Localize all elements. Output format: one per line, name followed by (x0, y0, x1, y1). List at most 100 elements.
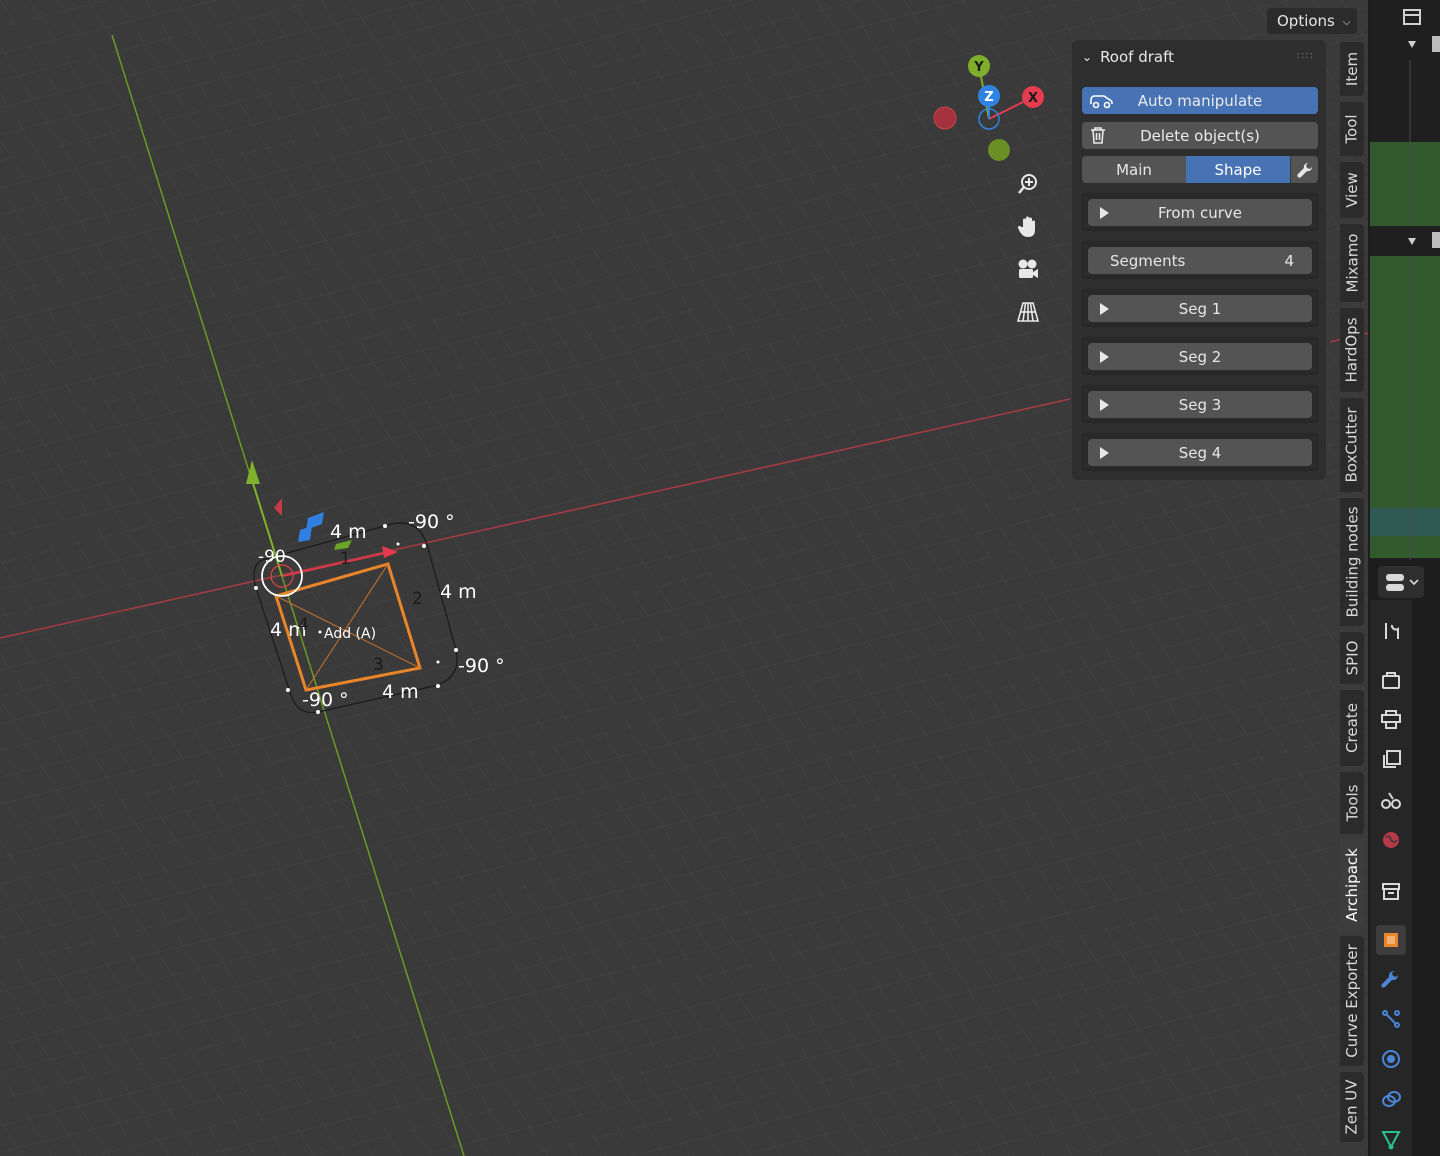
scene-properties-icon[interactable] (1376, 785, 1406, 815)
seg-2-button[interactable]: Seg 2 (1088, 343, 1312, 370)
angle-left-label: -90 (258, 547, 286, 567)
tab-archipack-label: Archipack (1343, 848, 1362, 922)
tab-item[interactable]: Item (1340, 42, 1364, 96)
tab-zen-uv-label: Zen UV (1343, 1079, 1361, 1135)
tab-main-label: Main (1116, 160, 1152, 179)
auto-manipulate-button[interactable]: Auto manipulate (1082, 87, 1318, 114)
world-properties-icon[interactable] (1376, 825, 1406, 855)
view-layer-icon[interactable] (1376, 745, 1406, 775)
tab-curve-exporter[interactable]: Curve Exporter (1340, 936, 1364, 1066)
tab-mixamo[interactable]: Mixamo (1340, 224, 1364, 302)
from-curve-button[interactable]: From curve (1088, 199, 1312, 226)
seg-label-3: 3 (373, 655, 384, 675)
tab-hardops-label: HardOps (1343, 317, 1362, 383)
tab-spio-label: SPIO (1343, 640, 1361, 676)
physics-icon[interactable] (1376, 1044, 1406, 1074)
expand-triangle-icon (1100, 351, 1109, 363)
tab-zen-uv[interactable]: Zen UV (1340, 1072, 1364, 1142)
add-hint-label: Add (A) (324, 626, 376, 642)
wrench-icon[interactable] (1290, 156, 1318, 183)
tab-archipack[interactable]: Archipack (1340, 840, 1364, 930)
from-curve-box: From curve (1082, 193, 1318, 231)
seg-label-1: 1 (340, 549, 351, 569)
neg-x-dot (933, 106, 957, 130)
camera-icon[interactable] (1011, 252, 1045, 286)
tab-boxcutter-label: BoxCutter (1343, 407, 1361, 483)
seg-label-4: 4 (298, 615, 309, 635)
zoom-icon[interactable] (1011, 167, 1045, 201)
segments-value: 4 (1284, 251, 1294, 270)
angle-right-label: -90 ° (458, 655, 505, 677)
tab-hardops[interactable]: HardOps (1340, 308, 1364, 392)
tab-spio[interactable]: SPIO (1340, 632, 1364, 684)
output-properties-icon[interactable] (1376, 705, 1406, 735)
tab-view-label: View (1343, 172, 1362, 208)
expand-triangle-icon (1100, 399, 1109, 411)
car-icon (1088, 90, 1114, 114)
tab-boxcutter[interactable]: BoxCutter (1340, 398, 1364, 492)
tab-tools-label: Tools (1343, 784, 1362, 822)
tab-building-nodes[interactable]: Building nodes (1340, 498, 1364, 626)
collection-properties-icon[interactable] (1376, 876, 1406, 906)
options-dropdown[interactable]: Options ⌵ (1267, 8, 1357, 34)
segments-box: Segments 4 (1082, 241, 1318, 279)
seg-3-label: Seg 3 (1178, 395, 1222, 414)
dim-top-label: 4 m (330, 521, 367, 543)
dim-bottom-label: 4 m (382, 681, 419, 703)
tab-tool-label: Tool (1343, 114, 1362, 144)
render-properties-icon[interactable] (1376, 665, 1406, 695)
z-axis-label: Z (984, 90, 993, 105)
y-axis-label: Y (973, 60, 984, 75)
angle-top-label: -90 ° (408, 511, 455, 533)
options-label: Options (1277, 12, 1335, 30)
tab-shape[interactable]: Shape (1186, 156, 1290, 183)
segments-field[interactable]: Segments 4 (1088, 247, 1312, 274)
seg-3-button[interactable]: Seg 3 (1088, 391, 1312, 418)
expand-triangle-icon (1100, 303, 1109, 315)
seg-1-button[interactable]: Seg 1 (1088, 295, 1312, 322)
tab-main[interactable]: Main (1082, 156, 1186, 183)
tab-create-label: Create (1343, 703, 1361, 753)
seg-4-button[interactable]: Seg 4 (1088, 439, 1312, 466)
roof-draft-panel: ⌄ Roof draft :::: Auto manipulate Delete… (1072, 40, 1326, 480)
particles-icon[interactable] (1376, 1004, 1406, 1034)
pan-hand-icon[interactable] (1011, 210, 1045, 244)
perspective-grid-icon[interactable] (1011, 295, 1045, 329)
seg-2-label: Seg 2 (1178, 347, 1222, 366)
segments-label: Segments (1110, 251, 1186, 270)
panel-title: Roof draft (1100, 48, 1174, 66)
tab-curve-exporter-label: Curve Exporter (1343, 944, 1361, 1058)
tab-tools[interactable]: Tools (1340, 772, 1364, 834)
object-data-icon[interactable] (1376, 1124, 1406, 1154)
panel-tab-row: Main Shape (1082, 156, 1318, 183)
seg-3-box: Seg 3 (1082, 385, 1318, 423)
seg-label-2: 2 (412, 589, 423, 609)
constraints-icon[interactable] (1376, 1084, 1406, 1114)
object-properties-icon[interactable] (1376, 925, 1406, 955)
tab-tool[interactable]: Tool (1340, 102, 1364, 156)
trash-icon (1088, 125, 1108, 149)
delete-objects-button[interactable]: Delete object(s) (1082, 122, 1318, 149)
tab-shape-label: Shape (1214, 160, 1262, 179)
seg-4-label: Seg 4 (1178, 443, 1222, 462)
angle-bottom-label: -90 ° (302, 689, 349, 711)
tab-create[interactable]: Create (1340, 690, 1364, 766)
auto-manipulate-label: Auto manipulate (1137, 91, 1263, 110)
chevron-down-icon: ⌵ (1342, 16, 1351, 28)
dim-right-label: 4 m (440, 581, 477, 603)
tab-item-label: Item (1343, 51, 1361, 87)
tool-settings-icon[interactable] (1376, 616, 1406, 646)
tab-view[interactable]: View (1340, 162, 1364, 218)
modifier-properties-icon[interactable] (1376, 965, 1406, 995)
seg-1-label: Seg 1 (1178, 299, 1222, 318)
seg-2-box: Seg 2 (1082, 337, 1318, 375)
drag-grip-icon[interactable]: :::: (1297, 50, 1314, 61)
tab-mixamo-label: Mixamo (1343, 233, 1361, 293)
expand-triangle-icon (1100, 207, 1109, 219)
tab-building-nodes-label: Building nodes (1343, 506, 1361, 618)
x-axis-label: X (1028, 91, 1038, 106)
seg-4-box: Seg 4 (1082, 433, 1318, 471)
panel-header[interactable]: ⌄ Roof draft :::: (1072, 40, 1326, 74)
seg-1-box: Seg 1 (1082, 289, 1318, 327)
chevron-down-icon: ⌄ (1082, 50, 1093, 64)
